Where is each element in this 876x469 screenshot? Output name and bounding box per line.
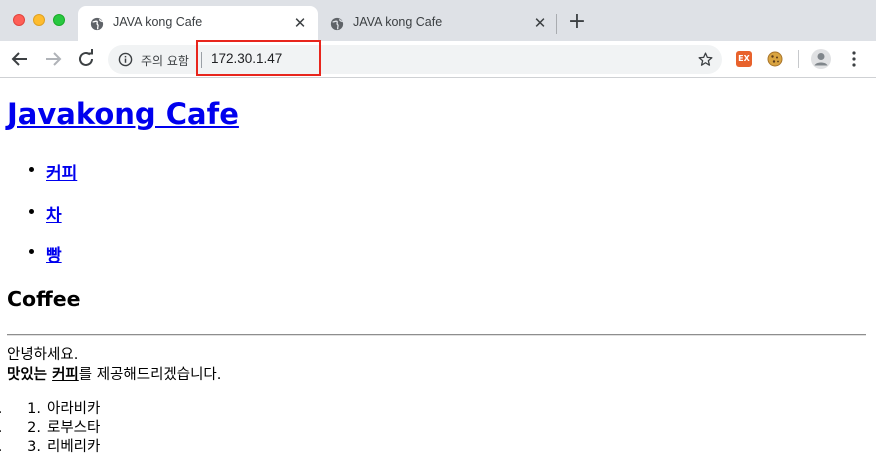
site-title-link[interactable]: Javakong Cafe: [7, 97, 239, 131]
nav-item-bread: 빵: [29, 241, 62, 266]
cookie-extension-icon[interactable]: [767, 51, 783, 67]
ex-extension-icon[interactable]: EX: [736, 51, 752, 67]
intro-text: 맛있는 커피를 제공해드리겠습니다.: [7, 363, 221, 384]
bookmark-star-icon[interactable]: [697, 51, 714, 68]
more-menu-icon[interactable]: [846, 50, 862, 68]
reload-icon[interactable]: [74, 47, 98, 71]
tab-title: JAVA kong Cafe: [353, 15, 443, 29]
list-number: 3.: [27, 439, 41, 455]
back-arrow-icon[interactable]: [8, 47, 32, 71]
intro-coffee-emphasis: 커피: [52, 367, 79, 383]
nav-link-coffee[interactable]: 커피: [46, 164, 77, 184]
browser-toolbar: 주의 요함 172.30.1.47 EX: [0, 40, 876, 78]
page-content: Javakong Cafe 커피 차 빵 Coffee 안녕하세요. 맛있는 커…: [0, 79, 876, 469]
nav-link-bread[interactable]: 빵: [46, 246, 62, 266]
bullet: [29, 249, 34, 254]
maximize-window-button[interactable]: [53, 14, 65, 26]
tab-close-icon[interactable]: ✕: [532, 15, 548, 31]
security-label[interactable]: 주의 요함: [141, 52, 189, 69]
tab-inactive[interactable]: JAVA kong Cafe ✕: [318, 6, 558, 41]
intro-rest: 를 제공해드리겠습니다.: [78, 367, 222, 383]
site-title: Javakong Cafe: [7, 97, 239, 131]
toolbar-separator: [798, 50, 799, 68]
globe-icon: [330, 17, 344, 31]
nav-item-coffee: 커피: [29, 159, 77, 184]
minimize-window-button[interactable]: [33, 14, 45, 26]
url-highlight-box: [196, 40, 321, 76]
list-item: 2. 로부스타: [7, 416, 100, 437]
bullet: [29, 209, 34, 214]
tab-strip: JAVA kong Cafe ✕ JAVA kong Cafe ✕ +: [0, 0, 876, 41]
list-item-label: 로부스타: [47, 420, 101, 436]
greeting-text: 안녕하세요.: [7, 347, 79, 363]
globe-icon: [90, 17, 104, 31]
new-tab-button[interactable]: +: [567, 11, 587, 33]
tab-close-icon[interactable]: ✕: [292, 15, 308, 31]
list-item-label: 아라비카: [47, 401, 101, 417]
list-number: 2.: [27, 420, 41, 436]
list-item: 1. 아라비카: [7, 397, 100, 418]
list-item: 3. 리베리카: [7, 435, 100, 456]
bullet: [29, 167, 34, 172]
tab-title: JAVA kong Cafe: [113, 15, 203, 29]
horizontal-rule: [7, 334, 866, 336]
profile-avatar-icon[interactable]: [810, 48, 832, 70]
intro-bold: 맛있는: [7, 367, 53, 383]
info-icon[interactable]: [118, 52, 133, 67]
close-window-button[interactable]: [13, 14, 25, 26]
nav-link-tea[interactable]: 차: [46, 206, 62, 226]
tab-separator: [556, 14, 557, 34]
tab-active[interactable]: JAVA kong Cafe ✕: [78, 6, 318, 41]
list-number: 1.: [27, 401, 41, 417]
list-item-label: 리베리카: [47, 439, 101, 455]
forward-arrow-icon[interactable]: [41, 47, 65, 71]
section-heading: Coffee: [7, 287, 81, 311]
address-bar[interactable]: 주의 요함 172.30.1.47: [108, 40, 722, 76]
nav-item-tea: 차: [29, 201, 62, 226]
